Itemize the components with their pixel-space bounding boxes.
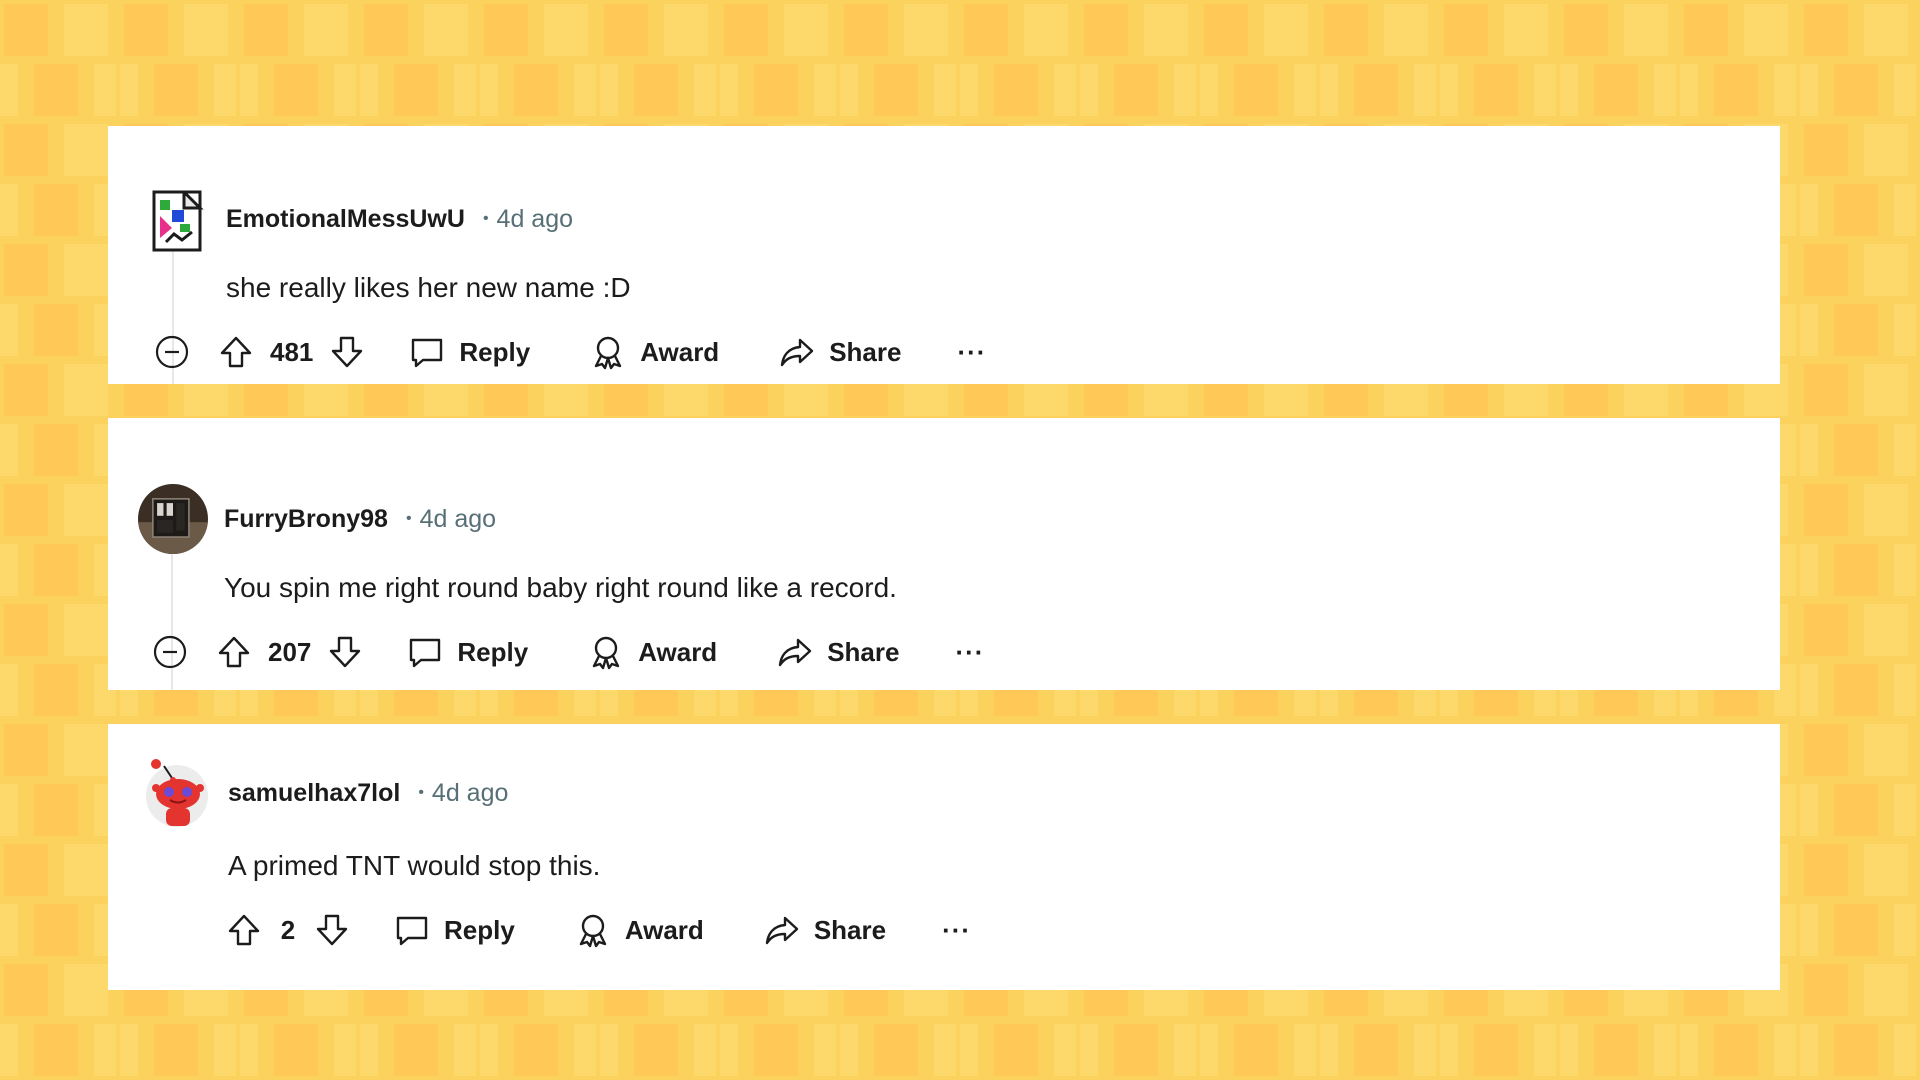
share-label: Share bbox=[829, 336, 902, 367]
timestamp[interactable]: 4d ago bbox=[497, 205, 573, 234]
downvote-icon[interactable] bbox=[329, 334, 365, 370]
upvote-icon[interactable] bbox=[216, 634, 252, 670]
snoo-avatar-icon bbox=[146, 759, 208, 827]
comment-meta: EmotionalMessUwU • 4d ago bbox=[226, 202, 573, 236]
comment-bubble-icon bbox=[409, 334, 445, 370]
award-button[interactable]: Award bbox=[590, 334, 719, 370]
award-ribbon-icon bbox=[588, 634, 624, 670]
comment-actions: 481 Reply Award Share ··· bbox=[154, 330, 986, 374]
comment-text: she really likes her new name :D bbox=[226, 272, 631, 303]
meta-separator: • bbox=[418, 784, 424, 801]
vote-count: 481 bbox=[270, 336, 314, 367]
award-button[interactable]: Award bbox=[575, 912, 704, 948]
share-label: Share bbox=[827, 636, 900, 667]
share-arrow-icon bbox=[779, 334, 815, 370]
reply-label: Reply bbox=[444, 914, 515, 945]
timestamp[interactable]: 4d ago bbox=[420, 505, 496, 534]
reply-label: Reply bbox=[459, 336, 531, 367]
comment-card: samuelhax7lol • 4d ago A primed TNT woul… bbox=[108, 724, 1780, 990]
comment-card: FurryBrony98 • 4d ago You spin me right … bbox=[108, 418, 1780, 690]
username[interactable]: samuelhax7lol bbox=[228, 779, 400, 808]
broken-image-avatar-icon bbox=[152, 190, 204, 252]
username[interactable]: FurryBrony98 bbox=[224, 505, 388, 534]
comment-bubble-icon bbox=[394, 912, 430, 948]
user-avatar[interactable] bbox=[142, 758, 212, 828]
award-label: Award bbox=[640, 336, 720, 367]
downvote-icon[interactable] bbox=[314, 912, 350, 948]
share-arrow-icon bbox=[777, 634, 813, 670]
award-button[interactable]: Award bbox=[588, 634, 717, 670]
comment-actions: 207 Reply Award Share ··· bbox=[152, 630, 984, 674]
upvote-icon[interactable] bbox=[226, 912, 262, 948]
award-label: Award bbox=[638, 636, 718, 667]
reply-label: Reply bbox=[457, 636, 529, 667]
reply-button[interactable]: Reply bbox=[409, 334, 530, 370]
share-arrow-icon bbox=[764, 912, 800, 948]
downvote-icon[interactable] bbox=[327, 634, 363, 670]
award-ribbon-icon bbox=[590, 334, 626, 370]
collapse-thread-icon[interactable] bbox=[152, 634, 188, 670]
comment-meta: samuelhax7lol • 4d ago bbox=[228, 776, 508, 810]
reply-button[interactable]: Reply bbox=[407, 634, 528, 670]
upvote-icon[interactable] bbox=[218, 334, 254, 370]
more-options-button[interactable]: ··· bbox=[955, 637, 984, 668]
meta-separator: • bbox=[482, 210, 489, 227]
comment-meta: FurryBrony98 • 4d ago bbox=[224, 502, 496, 536]
photo-avatar-icon bbox=[138, 484, 208, 554]
share-button[interactable]: Share bbox=[764, 912, 886, 948]
timestamp[interactable]: 4d ago bbox=[432, 779, 508, 808]
vote-count: 207 bbox=[268, 636, 312, 667]
comment-card: EmotionalMessUwU • 4d ago she really lik… bbox=[108, 126, 1780, 384]
meta-separator: • bbox=[405, 510, 412, 527]
user-avatar[interactable] bbox=[146, 188, 212, 254]
more-options-button[interactable]: ··· bbox=[942, 915, 971, 946]
share-label: Share bbox=[813, 914, 887, 945]
username[interactable]: EmotionalMessUwU bbox=[226, 205, 465, 234]
reply-button[interactable]: Reply bbox=[394, 912, 515, 948]
award-ribbon-icon bbox=[575, 912, 611, 948]
award-label: Award bbox=[624, 914, 704, 945]
share-button[interactable]: Share bbox=[779, 334, 901, 370]
comment-text: You spin me right round baby right round… bbox=[224, 572, 897, 603]
collapse-thread-icon[interactable] bbox=[154, 334, 190, 370]
vote-count: 2 bbox=[280, 914, 296, 945]
comment-bubble-icon bbox=[407, 634, 443, 670]
user-avatar[interactable] bbox=[138, 484, 208, 554]
comment-actions: 2 Reply Award Share ··· bbox=[226, 908, 971, 952]
more-options-button[interactable]: ··· bbox=[957, 337, 986, 368]
comment-text: A primed TNT would stop this. bbox=[228, 850, 601, 881]
share-button[interactable]: Share bbox=[777, 634, 899, 670]
